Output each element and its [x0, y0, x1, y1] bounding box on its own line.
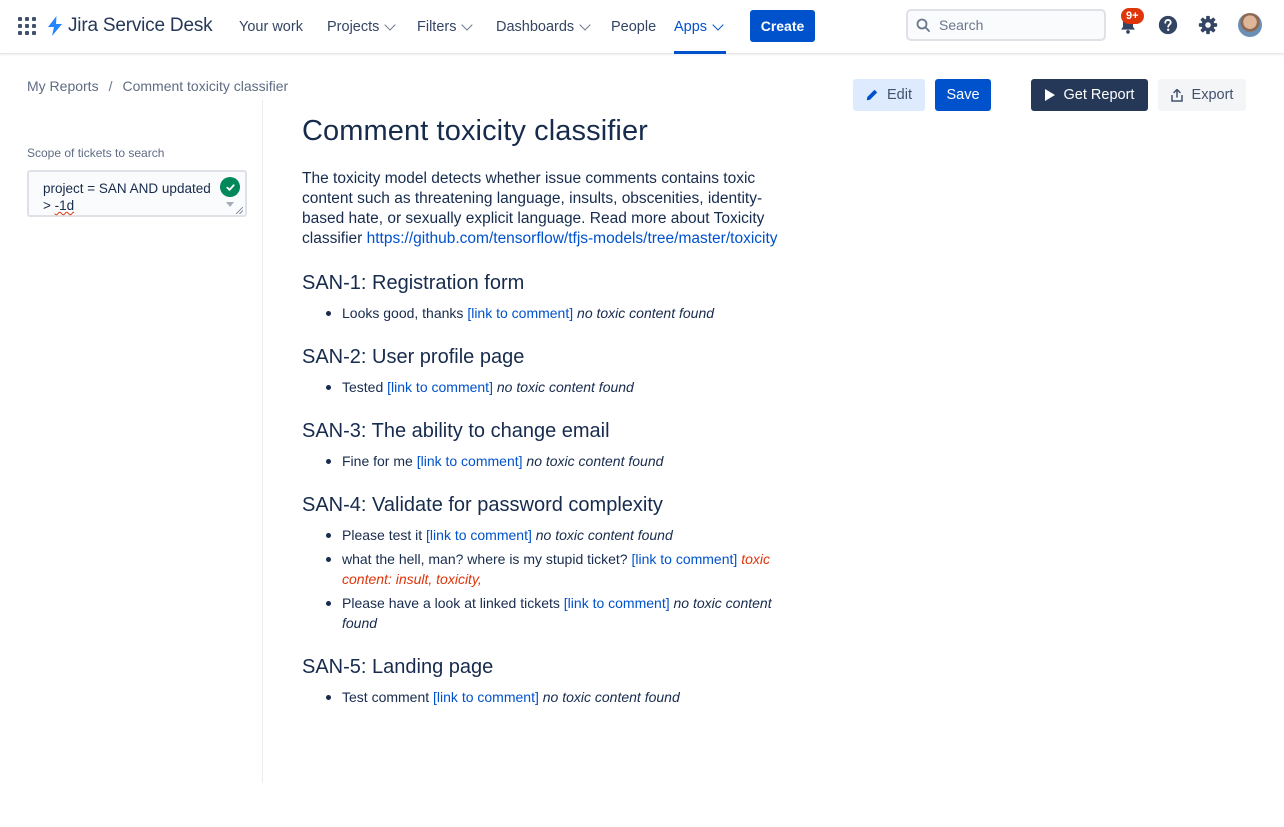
export-icon: [1170, 88, 1183, 102]
user-avatar[interactable]: [1238, 13, 1262, 37]
issue-title: SAN-1: Registration form: [302, 272, 525, 294]
play-icon: [1044, 89, 1055, 101]
issue-title: SAN-3: The ability to change email: [302, 420, 610, 442]
chevron-down-icon: [461, 19, 474, 31]
nav-apps[interactable]: Apps: [674, 0, 727, 54]
bolt-icon: [48, 16, 62, 36]
comment-item: Please have a look at linked tickets [li…: [326, 593, 792, 633]
scope-label: Scope of tickets to search: [27, 146, 165, 160]
nav-your-work[interactable]: Your work: [239, 0, 303, 54]
nav-filters[interactable]: Filters: [417, 0, 474, 54]
breadcrumb: My Reports / Comment toxicity classifier: [27, 78, 288, 94]
comment-item: Fine for me [link to comment] no toxic c…: [326, 451, 792, 471]
comment-link[interactable]: [link to comment]: [564, 595, 670, 611]
breadcrumb-separator: /: [108, 78, 113, 94]
notification-badge: 9+: [1121, 8, 1144, 24]
create-button[interactable]: Create: [750, 10, 815, 42]
search-box[interactable]: [906, 9, 1106, 41]
search-input[interactable]: [939, 17, 1089, 33]
comment-link[interactable]: [link to comment]: [631, 551, 737, 567]
issue-section: SAN-4: Validate for password complexity P…: [302, 493, 792, 633]
pencil-icon: [866, 89, 878, 101]
comment-link[interactable]: [link to comment]: [467, 305, 573, 321]
issue-title: SAN-5: Landing page: [302, 656, 494, 678]
breadcrumb-current[interactable]: Comment toxicity classifier: [122, 78, 288, 94]
settings-button[interactable]: [1196, 13, 1220, 37]
app-switcher-icon[interactable]: [18, 17, 36, 35]
issue-section: SAN-1: Registration form Looks good, than…: [302, 271, 792, 323]
report-content: Comment toxicity classifier The toxicity…: [302, 112, 792, 711]
comment-link[interactable]: [link to comment]: [426, 527, 532, 543]
comment-text: Please have a look at linked tickets: [342, 595, 564, 611]
check-icon: [220, 177, 240, 197]
comment-item: Tested [link to comment] no toxic conten…: [326, 377, 792, 397]
toxicity-result: no toxic content found: [535, 527, 673, 543]
comment-link[interactable]: [link to comment]: [433, 689, 539, 705]
breadcrumb-my-reports[interactable]: My Reports: [27, 78, 99, 94]
comment-item: Test comment [link to comment] no toxic …: [326, 687, 792, 707]
comment-list: Tested [link to comment] no toxic conten…: [302, 377, 792, 397]
toxicity-link[interactable]: https://github.com/tensorflow/tfjs-model…: [367, 230, 778, 247]
help-icon: [1158, 15, 1178, 35]
page-title: Comment toxicity classifier: [302, 115, 648, 147]
gear-icon: [1198, 15, 1218, 35]
issue-title: SAN-2: User profile page: [302, 346, 525, 368]
comment-list: Please test it [link to comment] no toxi…: [302, 525, 792, 633]
query-line-1: project = SAN AND updated: [43, 181, 211, 196]
search-icon: [916, 18, 930, 32]
comment-item: Looks good, thanks [link to comment] no …: [326, 303, 792, 323]
toxicity-result: no toxic content found: [542, 689, 680, 705]
get-report-button[interactable]: Get Report: [1031, 79, 1148, 111]
nav-projects[interactable]: Projects: [327, 0, 397, 54]
comment-item: what the hell, man? where is my stupid t…: [326, 549, 792, 589]
issue-list: SAN-1: Registration form Looks good, than…: [302, 271, 792, 707]
help-button[interactable]: [1156, 13, 1180, 37]
description: The toxicity model detects whether issue…: [302, 170, 778, 247]
comment-text: Fine for me: [342, 453, 417, 469]
comment-item: Please test it [link to comment] no toxi…: [326, 525, 792, 545]
issue-section: SAN-3: The ability to change email Fine f…: [302, 419, 792, 471]
top-navigation: Jira Service Desk Your work Projects Fil…: [0, 0, 1284, 54]
export-button[interactable]: Export: [1158, 79, 1246, 111]
comment-list: Looks good, thanks [link to comment] no …: [302, 303, 792, 323]
comment-text: Looks good, thanks: [342, 305, 468, 321]
issue-section: SAN-2: User profile page Tested [link to …: [302, 345, 792, 397]
chevron-down-icon: [579, 19, 591, 31]
jql-query-textarea[interactable]: project = SAN AND updated > -1d: [27, 170, 247, 217]
comment-text: Please test it: [342, 527, 427, 543]
issue-section: SAN-5: Landing page Test comment [link to…: [302, 655, 792, 707]
comment-text: Tested: [342, 379, 388, 395]
comment-link[interactable]: [link to comment]: [387, 379, 493, 395]
comment-list: Fine for me [link to comment] no toxic c…: [302, 451, 792, 471]
chevron-down-icon: [712, 19, 724, 31]
comment-text: what the hell, man? where is my stupid t…: [342, 551, 632, 567]
query-line-2: > -1d: [43, 198, 75, 213]
sidebar-divider: [262, 100, 263, 783]
nav-dashboards[interactable]: Dashboards: [496, 0, 591, 54]
comment-link[interactable]: [link to comment]: [417, 453, 523, 469]
scroll-down-icon[interactable]: [226, 202, 234, 207]
toxicity-result: no toxic content found: [526, 453, 664, 469]
edit-button[interactable]: Edit: [853, 79, 925, 111]
save-button[interactable]: Save: [935, 79, 991, 111]
toxicity-result: no toxic content found: [496, 379, 634, 395]
resize-handle-icon[interactable]: [236, 207, 243, 214]
chevron-down-icon: [384, 19, 397, 31]
jira-logo[interactable]: Jira Service Desk: [47, 14, 213, 38]
toxicity-result: no toxic content found: [577, 305, 715, 321]
comment-text: Test comment: [342, 689, 434, 705]
comment-list: Test comment [link to comment] no toxic …: [302, 687, 792, 707]
issue-title: SAN-4: Validate for password complexity: [302, 494, 663, 516]
app-name: Jira Service Desk: [68, 15, 213, 36]
nav-people[interactable]: People: [611, 0, 656, 54]
